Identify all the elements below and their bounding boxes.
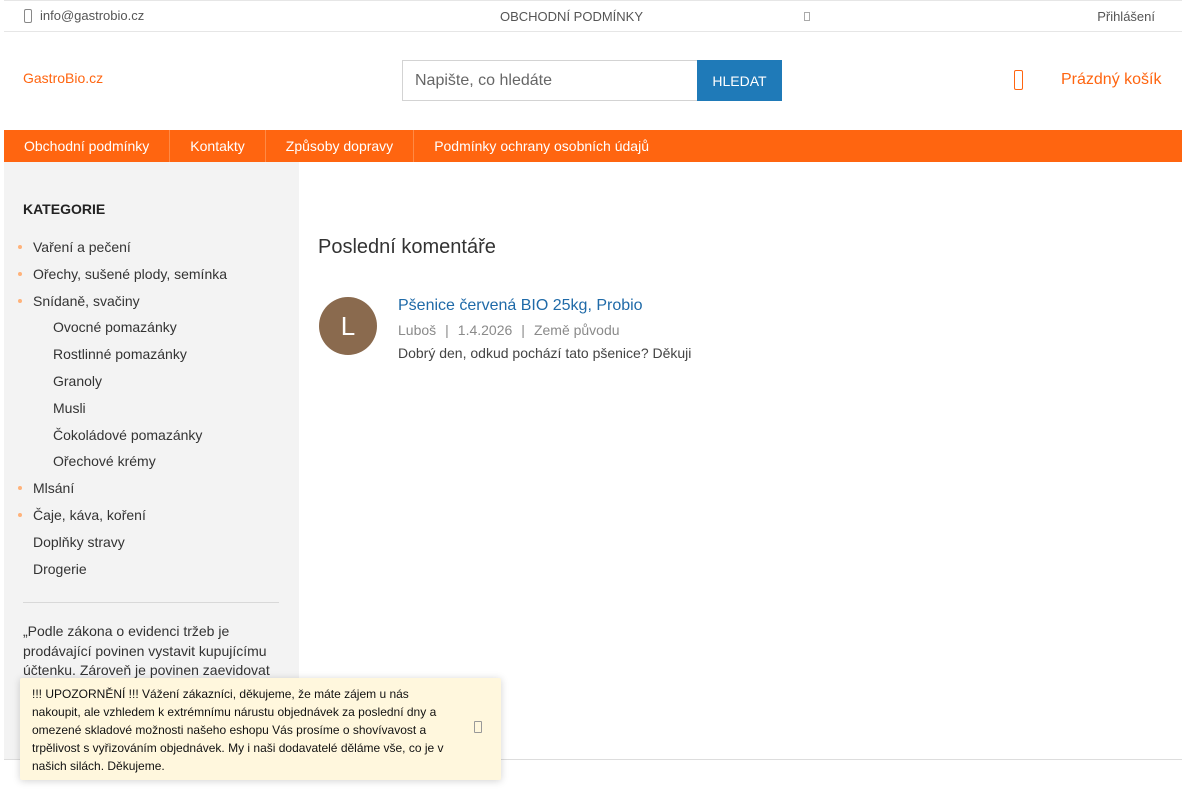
bullet-icon	[18, 271, 22, 276]
categories-heading: KATEGORIE	[23, 201, 106, 217]
meta-separator: |	[521, 322, 525, 338]
category-label: Vaření a pečení	[33, 239, 131, 255]
category-label: Čaje, káva, koření	[33, 506, 146, 523]
category-label: Ovocné pomazánky	[53, 319, 177, 336]
subcategory-item[interactable]: Musli	[4, 395, 299, 422]
notice-text: !!! UPOZORNĚNÍ !!! Vážení zákazníci, děk…	[32, 687, 444, 773]
category-item[interactable]: Snídaně, svačiny	[4, 288, 299, 315]
category-label: Snídaně, svačiny	[33, 292, 140, 309]
search-input[interactable]	[402, 60, 697, 101]
comment-date: 1.4.2026	[457, 322, 513, 338]
category-item[interactable]: Doplňky stravy	[4, 529, 299, 556]
bullet-icon	[18, 245, 22, 249]
subcategory-item[interactable]: Rostlinné pomazánky	[4, 341, 299, 368]
category-label: Rostlinné pomazánky	[53, 346, 187, 363]
comment-body: Pšenice červená BIO 25kg, Probio Luboš | 1…	[398, 297, 998, 361]
subcategory-item[interactable]: Ovocné pomazánky	[4, 314, 299, 341]
search-form: HLEDAT	[402, 60, 782, 101]
category-item[interactable]: Vaření a pečení	[4, 234, 299, 261]
notice-banner: !!! UPOZORNĚNÍ !!! Vážení zákazníci, děk…	[20, 678, 501, 780]
nav-item-contacts[interactable]: Kontakty	[170, 130, 266, 162]
close-icon[interactable]	[474, 721, 482, 733]
category-item[interactable]: Čaje, káva, koření	[4, 502, 299, 529]
main-nav: Obchodní podmínky Kontakty Způsoby dopra…	[4, 130, 1182, 162]
menu-icon[interactable]	[804, 12, 810, 21]
category-label: Doplňky stravy	[33, 533, 125, 550]
category-item[interactable]: Drogerie	[4, 556, 299, 583]
category-label: Ořechové krémy	[53, 453, 156, 470]
category-item[interactable]: Ořechy, sušené plody, semínka	[4, 261, 299, 288]
site-logo[interactable]: GastroBio.cz	[23, 70, 103, 86]
legal-text: „Podle zákona o evidenci tržeb je prodáv…	[23, 623, 270, 679]
contact-email[interactable]: info@gastrobio.cz	[24, 8, 144, 23]
category-label: Čokoládové pomazánky	[53, 426, 203, 443]
subcategory-item[interactable]: Ořechové krémy	[4, 448, 299, 475]
login-link[interactable]: Přihlášení	[1097, 9, 1155, 24]
category-label: Drogerie	[33, 560, 87, 577]
contact-email-text: info@gastrobio.cz	[40, 8, 145, 23]
comment-author: Luboš	[398, 322, 437, 338]
bullet-icon	[18, 486, 22, 491]
cart-icon	[1014, 70, 1023, 90]
phone-icon	[24, 8, 32, 23]
subcategory-item[interactable]: Čokoládové pomazánky	[4, 422, 299, 449]
comment-text: Dobrý den, odkud pochází tato pšenice? D…	[398, 345, 692, 361]
category-item[interactable]: Mlsání	[4, 475, 299, 502]
meta-separator: |	[445, 322, 449, 338]
nav-item-shipping[interactable]: Způsoby dopravy	[266, 130, 415, 162]
category-label: Ořechy, sušené plody, semínka	[33, 265, 228, 282]
page-title: Poslední komentáře	[318, 236, 496, 258]
category-label: Musli	[53, 399, 86, 416]
sidebar: KATEGORIE Vaření a pečení Ořechy, sušené…	[4, 162, 299, 759]
comment-topic: Země původu	[533, 322, 620, 338]
subcategory-item[interactable]: Granoly	[4, 368, 299, 395]
top-terms-link[interactable]: OBCHODNÍ PODMÍNKY	[500, 9, 643, 24]
sidebar-divider	[23, 602, 279, 603]
top-bar: info@gastrobio.cz OBCHODNÍ PODMÍNKY Přih…	[4, 0, 1182, 32]
search-button[interactable]: HLEDAT	[697, 60, 782, 101]
bullet-icon	[18, 512, 22, 517]
nav-item-privacy[interactable]: Podmínky ochrany osobních údajů	[414, 130, 669, 162]
category-label: Granoly	[53, 372, 103, 389]
category-label: Mlsání	[33, 480, 75, 497]
bullet-icon	[18, 298, 22, 303]
nav-item-terms[interactable]: Obchodní podmínky	[4, 130, 171, 162]
cart-label: Prázdný košík	[1061, 71, 1162, 88]
category-list: Vaření a pečení Ořechy, sušené plody, se…	[4, 234, 299, 582]
avatar: L	[319, 297, 377, 355]
comment-product-link[interactable]: Pšenice červená BIO 25kg, Probio	[398, 297, 998, 315]
cart[interactable]: Prázdný košík	[1014, 70, 1161, 90]
comment-meta: Luboš | 1.4.2026 | Země původu	[398, 322, 998, 338]
